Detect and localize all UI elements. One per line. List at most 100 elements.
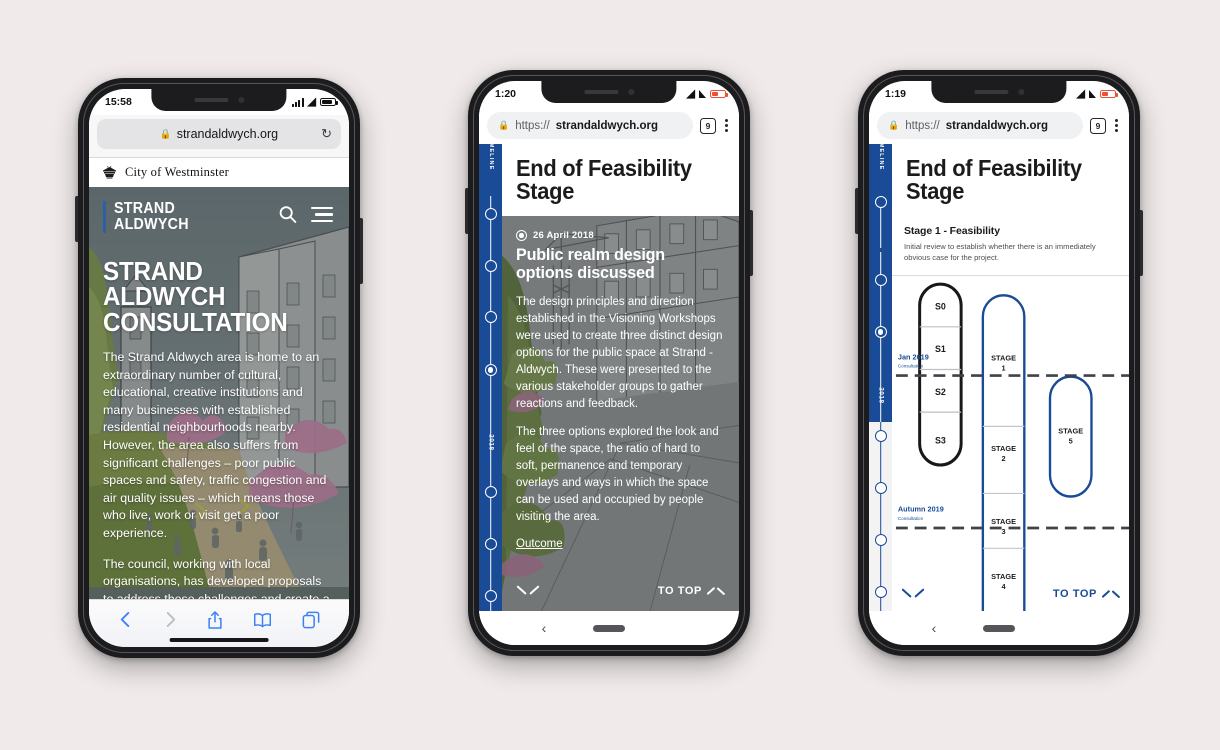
hero-section: STRAND ALDWYCH STRAND ALDWYCH CONSULTATI…	[89, 187, 349, 599]
address-bar[interactable]: 🔒 https:// strandaldwych.org	[487, 112, 693, 139]
phone-2-android-chrome: 1:20 ◢ 🔒 https:// strandaldwych.org 9 TI…	[465, 70, 753, 656]
westminster-council-bar: City of Westminster	[89, 158, 349, 187]
timeline-node[interactable]	[484, 486, 497, 498]
hero-paragraph-1: The Strand Aldwych area is home to an ex…	[103, 350, 327, 541]
phone-1-notch	[151, 89, 287, 111]
android-home-pill-icon[interactable]	[983, 624, 1015, 632]
westminster-crest-icon	[103, 165, 116, 178]
android-back-icon[interactable]: ‹	[932, 620, 937, 636]
address-bar[interactable]: 🔒 https:// strandaldwych.org	[877, 112, 1083, 139]
svg-text:Autumn 2019: Autumn 2019	[898, 504, 944, 513]
address-bar-url: strandaldwych.org	[176, 127, 279, 141]
timeline-node[interactable]	[484, 538, 497, 550]
earpiece-speaker-icon	[584, 90, 618, 94]
timeline-node[interactable]	[874, 430, 887, 442]
status-time: 15:58	[105, 96, 132, 108]
timeline-node[interactable]	[484, 260, 497, 272]
lock-icon: 🔒	[498, 120, 510, 130]
timeline-rail: TIMELINE 2018	[869, 144, 892, 611]
front-camera-icon	[1018, 89, 1024, 95]
forward-chevron-icon[interactable]	[163, 610, 178, 629]
svg-text:Jan 2019: Jan 2019	[898, 352, 929, 361]
page-title: End of Feasibility Stage	[516, 155, 692, 205]
timeline-rail: TIMELINE 2018	[479, 144, 502, 611]
timeline-page: TIMELINE 2018 End of Feasibility Stage 2…	[479, 144, 739, 611]
timeline-node[interactable]	[874, 534, 887, 546]
timeline-node[interactable]	[484, 311, 497, 323]
timeline-rail-line	[879, 422, 882, 611]
svg-text:STAGE: STAGE	[991, 517, 1016, 526]
article-date: 26 April 2018	[533, 229, 594, 241]
timeline-bullet-icon	[516, 229, 527, 241]
council-name: City of Westminster	[125, 165, 229, 179]
lock-icon: 🔒	[888, 120, 900, 130]
timeline-node[interactable]	[874, 586, 887, 598]
article-footer: TO TOP	[516, 581, 725, 611]
to-top-label: TO TOP	[1052, 588, 1097, 600]
svg-text:Consultation: Consultation	[898, 363, 924, 368]
phone-2-url-bar: 🔒 https:// strandaldwych.org 9	[479, 107, 739, 144]
phone-3-screen: 1:19 ◢ 🔒 https:// strandaldwych.org 9 TI…	[869, 81, 1129, 645]
up-chevron-icon	[1103, 589, 1118, 600]
reload-icon[interactable]: ↻	[321, 126, 332, 142]
search-icon[interactable]	[277, 204, 298, 225]
svg-text:5: 5	[1069, 436, 1073, 445]
kebab-menu-icon[interactable]	[723, 117, 730, 134]
to-top-button[interactable]: TO TOP	[1053, 588, 1118, 600]
android-home-pill-icon[interactable]	[593, 624, 625, 632]
outcome-link[interactable]: Outcome	[516, 538, 725, 550]
brand-accent-rule	[103, 201, 106, 233]
android-back-icon[interactable]: ‹	[542, 620, 547, 636]
site-logo[interactable]: STRAND ALDWYCH	[103, 201, 195, 233]
book-bookmarks-icon[interactable]	[253, 612, 272, 628]
scroll-down-chevron-icon[interactable]	[518, 581, 538, 601]
lock-icon: 🔒	[159, 128, 172, 140]
timeline-year-label: 2018	[877, 387, 884, 404]
timeline-rail-label: TIMELINE	[877, 144, 884, 171]
back-chevron-icon[interactable]	[118, 610, 133, 629]
timeline-year-label: 2018	[487, 434, 494, 451]
timeline-node[interactable]	[874, 196, 887, 208]
address-bar-scheme: https://	[515, 119, 550, 132]
timeline-node[interactable]	[484, 208, 497, 220]
page-title: End of Feasibility Stage	[906, 155, 1082, 205]
phone-1-screen: 15:58 ◢ 🔒 strandaldwych.org ↻ City of We…	[89, 89, 349, 647]
svg-text:2: 2	[1002, 454, 1006, 463]
share-icon[interactable]	[207, 610, 223, 630]
phone-2-android-nav: ‹	[479, 611, 739, 645]
article-heading: Public realm design options discussed	[516, 244, 665, 283]
svg-text:STAGE: STAGE	[991, 353, 1016, 362]
tabs-icon[interactable]	[302, 611, 320, 629]
wifi-icon: ◢	[1076, 87, 1085, 100]
article-date-row: 26 April 2018	[516, 229, 725, 241]
timeline-page: TIMELINE 2018 End of Feasibility Stage S…	[869, 144, 1129, 611]
scroll-down-chevron-icon[interactable]	[903, 584, 923, 604]
timeline-header: End of Feasibility Stage	[502, 144, 739, 216]
status-time: 1:19	[885, 88, 907, 100]
stage-gateway-diagram[interactable]: S0 S1 S2 S3 STAGE 1 STAGE 2 STAGE 3 STAG…	[892, 275, 1129, 611]
address-bar[interactable]: 🔒 strandaldwych.org ↻	[97, 119, 341, 149]
to-top-button[interactable]: TO TOP	[658, 585, 723, 597]
home-indicator	[169, 638, 269, 642]
timeline-node-active[interactable]	[874, 326, 887, 338]
article-section: 26 April 2018 Public realm design option…	[502, 215, 739, 611]
timeline-node[interactable]	[874, 274, 887, 286]
page-title: STRAND ALDWYCH CONSULTATION	[103, 255, 288, 337]
phone-2-notch	[541, 81, 677, 103]
timeline-node-active[interactable]	[484, 364, 497, 376]
timeline-node[interactable]	[874, 482, 887, 494]
phone-3-android-chrome: 1:19 ◢ 🔒 https:// strandaldwych.org 9 TI…	[855, 70, 1143, 656]
to-top-label: TO TOP	[657, 585, 702, 597]
article-paragraph-2: The three options explored the look and …	[516, 425, 719, 523]
timeline-rail-label: TIMELINE	[487, 144, 494, 171]
address-bar-host: strandaldwych.org	[945, 119, 1048, 132]
phone-2-screen: 1:20 ◢ 🔒 https:// strandaldwych.org 9 TI…	[479, 81, 739, 645]
timeline-node[interactable]	[484, 590, 497, 602]
kebab-menu-icon[interactable]	[1113, 117, 1120, 134]
tab-switcher-button[interactable]: 9	[1090, 117, 1106, 134]
tab-switcher-button[interactable]: 9	[700, 117, 716, 134]
phone-1-iphone-safari: 15:58 ◢ 🔒 strandaldwych.org ↻ City of We…	[75, 78, 363, 658]
hamburger-menu-icon[interactable]	[311, 206, 333, 223]
phone-3-android-nav: ‹	[869, 611, 1129, 645]
svg-text:S0: S0	[935, 301, 946, 311]
